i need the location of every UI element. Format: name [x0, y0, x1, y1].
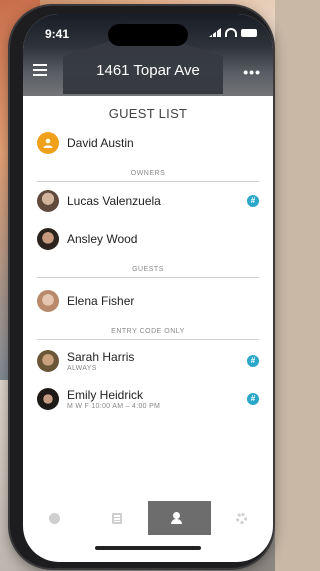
- signal-icon: [209, 28, 221, 37]
- entry-schedule: ALWAYS: [67, 365, 97, 372]
- entry-code-icon[interactable]: #: [247, 393, 259, 405]
- list-icon: [111, 512, 122, 524]
- avatar: [37, 290, 59, 312]
- phone-screen: 9:41 1461 Topar Ave ••• GUEST LIST David…: [23, 14, 273, 562]
- entry-code-icon[interactable]: #: [247, 195, 259, 207]
- page-title: GUEST LIST: [108, 106, 188, 121]
- owner-name: Lucas Valenzuela: [67, 194, 161, 208]
- avatar: [37, 228, 59, 250]
- dynamic-island: [108, 24, 188, 46]
- primary-user-icon: [37, 132, 59, 154]
- section-entry-code-only: ENTRY CODE ONLY: [37, 326, 259, 340]
- section-guests: GUESTS: [37, 264, 259, 278]
- tab-activity[interactable]: [86, 501, 149, 535]
- more-button[interactable]: •••: [243, 64, 261, 80]
- entry-name: Sarah Harris: [67, 350, 135, 364]
- tab-bar: [23, 501, 273, 535]
- guest-list-content: GUEST LIST David Austin OWNERS Lucas Val…: [23, 96, 273, 418]
- status-time: 9:41: [45, 27, 70, 41]
- avatar: [37, 350, 59, 372]
- tab-settings[interactable]: [211, 501, 274, 535]
- tab-home[interactable]: [23, 501, 86, 535]
- entry-code-icon[interactable]: #: [247, 355, 259, 367]
- status-icons: [209, 28, 257, 37]
- guest-row[interactable]: Elena Fisher: [23, 282, 273, 320]
- owner-name: Ansley Wood: [67, 232, 138, 246]
- entry-row[interactable]: Emily Heidrick M W F 10:00 AM – 4:00 PM …: [23, 380, 273, 418]
- primary-user-row[interactable]: David Austin: [23, 124, 273, 162]
- entry-row[interactable]: Sarah Harris ALWAYS #: [23, 342, 273, 380]
- avatar: [37, 388, 59, 410]
- tab-guests[interactable]: [148, 501, 211, 535]
- owner-row[interactable]: Lucas Valenzuela #: [23, 182, 273, 220]
- entry-name: Emily Heidrick: [67, 388, 144, 402]
- avatar: [37, 190, 59, 212]
- address-title: 1461 Topar Ave: [96, 62, 200, 79]
- guest-name: Elena Fisher: [67, 294, 135, 308]
- gear-icon: [236, 512, 248, 524]
- entry-schedule: M W F 10:00 AM – 4:00 PM: [67, 403, 161, 410]
- section-owners: OWNERS: [37, 168, 259, 182]
- owner-row[interactable]: Ansley Wood: [23, 220, 273, 258]
- home-indicator: [95, 546, 201, 550]
- battery-icon: [241, 28, 257, 37]
- dot-icon: [48, 512, 60, 524]
- people-icon: [171, 512, 187, 524]
- wifi-icon: [225, 28, 237, 37]
- primary-user-name: David Austin: [67, 136, 134, 150]
